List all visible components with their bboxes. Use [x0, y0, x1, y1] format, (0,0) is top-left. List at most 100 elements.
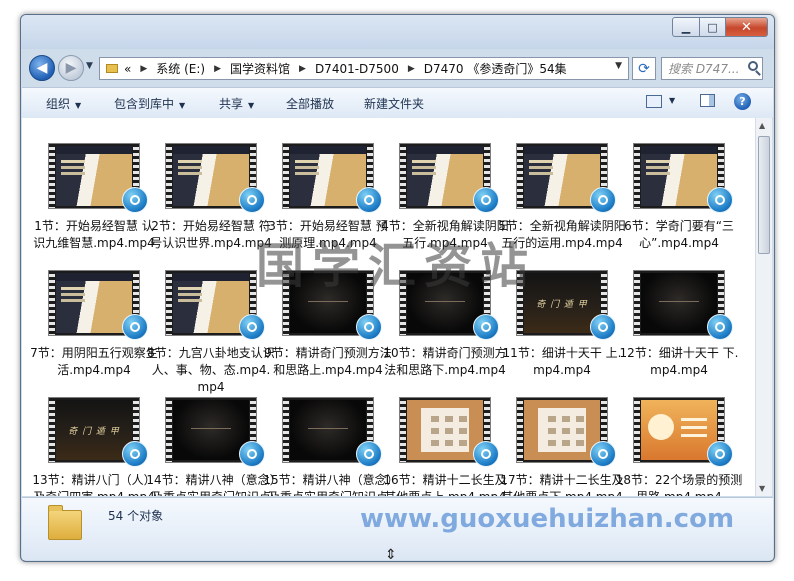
video-frame — [641, 400, 717, 460]
film-strip-edge — [283, 144, 289, 208]
breadcrumb-drive[interactable]: 系统 (E:) — [156, 60, 205, 77]
file-name: 11节：细讲十天干 上.mp4.mp4 — [502, 346, 622, 377]
help-icon[interactable]: ? — [734, 93, 751, 110]
chevron-right-icon[interactable]: ▶ — [408, 64, 415, 74]
refresh-button[interactable]: ⟳ — [632, 57, 656, 80]
maximize-button[interactable]: □ — [699, 17, 726, 37]
arrow-right-icon: ▶ — [65, 60, 77, 76]
include-in-library-button[interactable]: 包含到库中 ▼ — [114, 95, 185, 112]
forward-button[interactable]: ▶ — [58, 55, 84, 81]
file-name: 14节：精讲八神（意念）及重点实用奇门知识点上.mp4.mp4 — [146, 473, 276, 496]
chevron-right-icon[interactable]: ▶ — [299, 64, 306, 74]
video-frame — [641, 146, 717, 206]
media-player-icon — [122, 441, 148, 467]
video-frame — [173, 146, 249, 206]
file-name: 9节：精讲奇门预测方法和思路上.mp4.mp4 — [264, 346, 392, 377]
media-player-icon — [356, 187, 382, 213]
film-strip-edge — [634, 144, 640, 208]
organize-button[interactable]: 组织 ▼ — [46, 95, 81, 112]
film-strip-edge — [166, 144, 172, 208]
file-name: 12节：细讲十天干 下.mp4.mp4 — [619, 346, 739, 377]
close-button[interactable]: ✕ — [725, 17, 768, 37]
video-frame — [173, 273, 249, 333]
film-strip-edge — [49, 398, 55, 462]
video-frame — [290, 146, 366, 206]
film-strip-edge — [49, 144, 55, 208]
media-player-icon — [707, 441, 733, 467]
media-player-icon — [356, 314, 382, 340]
preview-pane-icon[interactable] — [700, 94, 715, 107]
breadcrumb-overflow[interactable]: « — [124, 62, 131, 76]
chevron-down-icon[interactable]: ▼ — [669, 96, 675, 105]
chevron-right-icon[interactable]: ▶ — [214, 64, 221, 74]
help-label: ? — [739, 95, 746, 108]
media-player-icon — [122, 314, 148, 340]
organize-label: 组织 — [46, 97, 71, 111]
media-player-icon — [473, 314, 499, 340]
file-name: 17节：精讲十二长生及其他要点下.mp4.mp4 — [500, 473, 624, 496]
media-player-icon — [122, 187, 148, 213]
play-all-button[interactable]: 全部播放 — [286, 95, 334, 112]
title-bar: ▁ □ ✕ — [21, 15, 774, 49]
file-name: 13节：精讲八门（人）及奇门四害.mp4.mp4 — [32, 473, 156, 496]
resize-handle-icon[interactable]: ⇕ — [385, 547, 397, 561]
video-frame — [56, 273, 132, 333]
breadcrumb-library[interactable]: 国学资料馆 — [230, 60, 290, 77]
file-list[interactable]: 1节：开始易经智慧 认识九维智慧.mp4.mp4 2节：开始易经智慧 符号认识世界… — [22, 118, 755, 496]
film-strip-edge — [166, 271, 172, 335]
minimize-button[interactable]: ▁ — [672, 17, 700, 37]
media-player-icon — [590, 314, 616, 340]
new-folder-button[interactable]: 新建文件夹 — [364, 95, 424, 112]
search-input[interactable]: 搜索 D747... — [661, 57, 763, 80]
back-button[interactable]: ◀ — [29, 55, 55, 81]
watermark-url: www.guoxuehuizhan.com — [360, 504, 735, 534]
chevron-down-icon: ▼ — [86, 61, 93, 71]
film-strip-edge — [634, 398, 640, 462]
arrow-left-icon: ◀ — [36, 60, 48, 76]
video-frame — [56, 146, 132, 206]
film-strip-edge — [634, 271, 640, 335]
chevron-right-icon[interactable]: ▶ — [140, 64, 147, 74]
command-bar: 组织 ▼ 包含到库中 ▼ 共享 ▼ 全部播放 新建文件夹 ▼ ? — [22, 87, 773, 119]
file-name: 15节：精讲八神（意念）及重点实用奇门知识点下.mp4.mp4 — [263, 473, 393, 496]
address-bar[interactable]: « ▶ 系统 (E:) ▶ 国学资料馆 ▶ D7401-D7500 ▶ D747… — [99, 57, 629, 80]
video-frame — [56, 400, 132, 460]
scroll-down-icon[interactable]: ▼ — [759, 484, 765, 493]
media-player-icon — [707, 187, 733, 213]
breadcrumb-current[interactable]: D7470 《参透奇门》54集 — [424, 60, 567, 77]
media-player-icon — [356, 441, 382, 467]
film-strip-edge — [400, 144, 406, 208]
chevron-down-icon: ▼ — [248, 101, 255, 110]
scrollbar-thumb[interactable] — [758, 136, 770, 254]
breadcrumb-range[interactable]: D7401-D7500 — [315, 62, 399, 76]
file-name: 8节：九宫八卦地支认识人、事、物、态.mp4.mp4 — [147, 346, 275, 394]
film-strip-edge — [517, 398, 523, 462]
film-strip-edge — [49, 271, 55, 335]
share-button[interactable]: 共享 ▼ — [219, 95, 254, 112]
file-name: 1节：开始易经智慧 认识九维智慧.mp4.mp4 — [33, 219, 155, 250]
media-player-icon — [239, 441, 265, 467]
file-name: 6节：学奇门要有“三心”.mp4.mp4 — [624, 219, 734, 250]
media-player-icon — [473, 187, 499, 213]
media-player-icon — [239, 314, 265, 340]
film-strip-edge — [283, 398, 289, 462]
video-frame — [524, 146, 600, 206]
film-strip-edge — [400, 398, 406, 462]
video-frame — [407, 146, 483, 206]
vertical-scrollbar[interactable]: ▲ ▼ — [755, 118, 772, 496]
search-icon[interactable] — [748, 61, 758, 71]
media-player-icon — [707, 314, 733, 340]
file-name: 18节：22个场景的预测思路.mp4.mp4 — [615, 473, 743, 496]
video-frame — [641, 273, 717, 333]
scroll-up-icon[interactable]: ▲ — [759, 121, 765, 130]
watermark-text: 国学汇资站 — [256, 238, 537, 294]
chevron-down-icon: ▼ — [179, 101, 186, 110]
media-player-icon — [473, 441, 499, 467]
view-options-icon[interactable] — [646, 95, 662, 108]
film-strip-edge — [166, 398, 172, 462]
chevron-down-icon[interactable]: ▼ — [615, 61, 622, 71]
media-player-icon — [239, 187, 265, 213]
recent-pages-button[interactable]: ▼ — [86, 61, 93, 71]
video-frame — [173, 400, 249, 460]
media-player-icon — [590, 441, 616, 467]
